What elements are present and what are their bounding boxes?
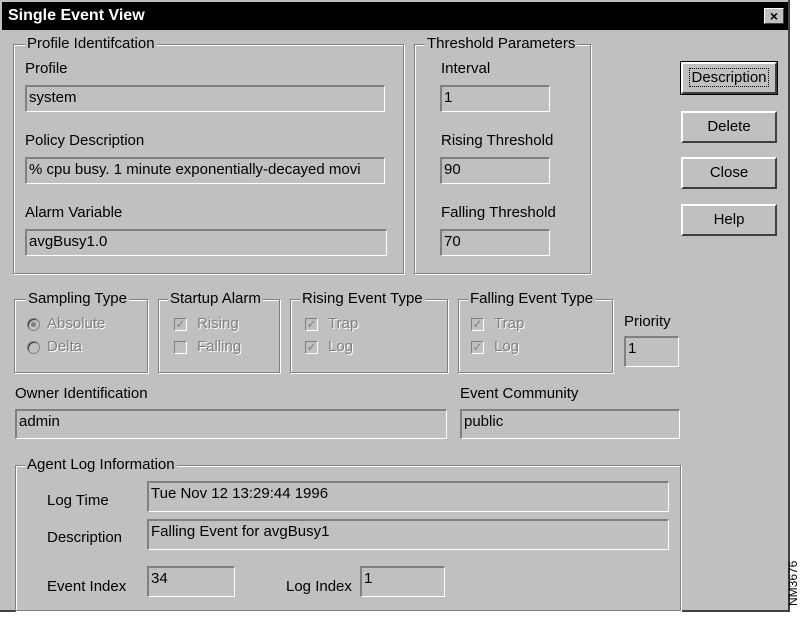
profile-identification-legend: Profile Identifcation — [25, 35, 157, 52]
rising-trap-checkbox[interactable]: ✓ — [305, 318, 318, 331]
help-button[interactable]: Help — [681, 204, 777, 236]
policy-description-label: Policy Description — [25, 132, 145, 149]
absolute-radio[interactable] — [27, 318, 40, 331]
falling-threshold-label: Falling Threshold — [441, 204, 556, 221]
priority-label: Priority — [624, 313, 671, 330]
priority-field[interactable]: 1 — [624, 336, 679, 367]
agent-log-information-legend: Agent Log Information — [25, 456, 177, 473]
sampling-type-group — [14, 299, 148, 373]
delta-radio-label: Delta — [47, 338, 83, 355]
delta-radio[interactable] — [27, 341, 40, 354]
event-community-label: Event Community — [460, 385, 579, 402]
interval-field[interactable]: 1 — [440, 85, 550, 112]
profile-label: Profile — [25, 60, 68, 77]
event-community-field[interactable]: public — [460, 409, 680, 439]
title-bar[interactable]: Single Event View × — [2, 2, 788, 30]
rising-log-checkbox[interactable]: ✓ — [305, 341, 318, 354]
rising-event-type-group — [290, 299, 448, 373]
window-title: Single Event View — [8, 7, 145, 24]
falling-event-type-legend: Falling Event Type — [468, 290, 596, 307]
rising-event-type-legend: Rising Event Type — [300, 290, 425, 307]
rising-log-label: Log — [328, 338, 354, 355]
startup-alarm-group — [158, 299, 280, 373]
delete-button[interactable]: Delete — [681, 111, 777, 143]
policy-description-field[interactable]: % cpu busy. 1 minute exponentially-decay… — [25, 157, 385, 184]
profile-field[interactable]: system — [25, 85, 385, 112]
rising-threshold-label: Rising Threshold — [441, 132, 554, 149]
close-button[interactable]: Close — [681, 157, 777, 189]
event-index-field[interactable]: 34 — [147, 566, 235, 597]
owner-identification-field[interactable]: admin — [15, 409, 447, 439]
startup-falling-checkbox[interactable] — [174, 341, 187, 354]
falling-event-type-group — [458, 299, 613, 373]
log-time-field[interactable]: Tue Nov 12 13:29:44 1996 — [147, 481, 669, 512]
description-field[interactable]: Falling Event for avgBusy1 — [147, 519, 669, 550]
falling-log-checkbox[interactable]: ✓ — [471, 341, 484, 354]
alarm-variable-label: Alarm Variable — [25, 204, 123, 221]
startup-rising-checkbox[interactable]: ✓ — [174, 318, 187, 331]
description-button-label: Description — [689, 68, 769, 87]
falling-threshold-field[interactable]: 70 — [440, 229, 550, 256]
log-time-label: Log Time — [47, 492, 109, 509]
alarm-variable-field[interactable]: avgBusy1.0 — [25, 229, 387, 256]
dialog-window: Single Event View × Profile Identifcatio… — [0, 0, 790, 612]
absolute-radio-label: Absolute — [47, 315, 106, 332]
interval-label: Interval — [441, 60, 491, 77]
threshold-parameters-legend: Threshold Parameters — [425, 35, 578, 52]
falling-trap-checkbox[interactable]: ✓ — [471, 318, 484, 331]
startup-alarm-legend: Startup Alarm — [168, 290, 263, 307]
description-label: Description — [47, 529, 123, 546]
startup-falling-label: Falling — [197, 338, 242, 355]
owner-identification-label: Owner Identification — [15, 385, 148, 402]
close-window-button[interactable]: × — [764, 8, 784, 24]
falling-trap-label: Trap — [494, 315, 525, 332]
description-button[interactable]: Description — [680, 61, 778, 95]
figure-id-watermark: NM3676 — [786, 560, 800, 606]
rising-trap-label: Trap — [328, 315, 359, 332]
event-index-label: Event Index — [47, 578, 127, 595]
log-index-field[interactable]: 1 — [360, 566, 445, 597]
sampling-type-legend: Sampling Type — [26, 290, 129, 307]
startup-rising-label: Rising — [197, 315, 239, 332]
falling-log-label: Log — [494, 338, 520, 355]
log-index-label: Log Index — [286, 578, 352, 595]
rising-threshold-field[interactable]: 90 — [440, 157, 550, 184]
